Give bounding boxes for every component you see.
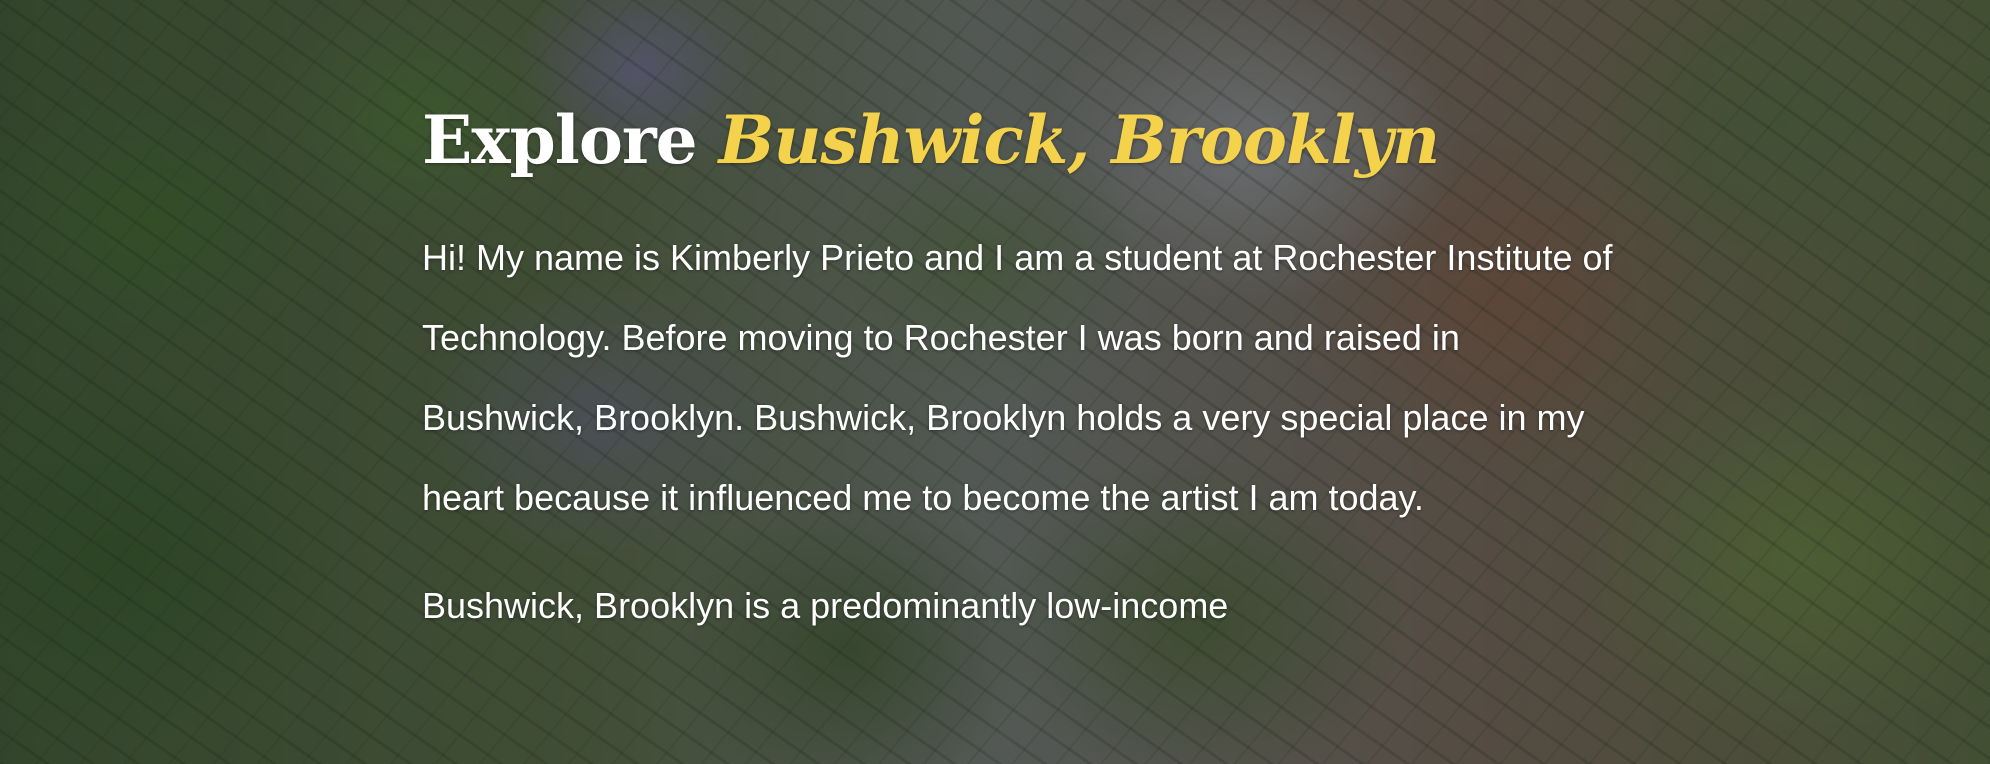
- page-title: Explore Bushwick, Brooklyn: [422, 92, 1622, 188]
- second-paragraph: Bushwick, Brooklyn is a predominantly lo…: [422, 585, 1229, 626]
- intro-paragraph: Hi! My name is Kimberly Prieto and I am …: [422, 237, 1613, 518]
- page-title-prefix: Explore: [422, 101, 719, 179]
- intro-section: Explore Bushwick, Brooklyn Hi! My name i…: [422, 92, 1622, 646]
- page-title-accent: Bushwick, Brooklyn: [718, 101, 1440, 179]
